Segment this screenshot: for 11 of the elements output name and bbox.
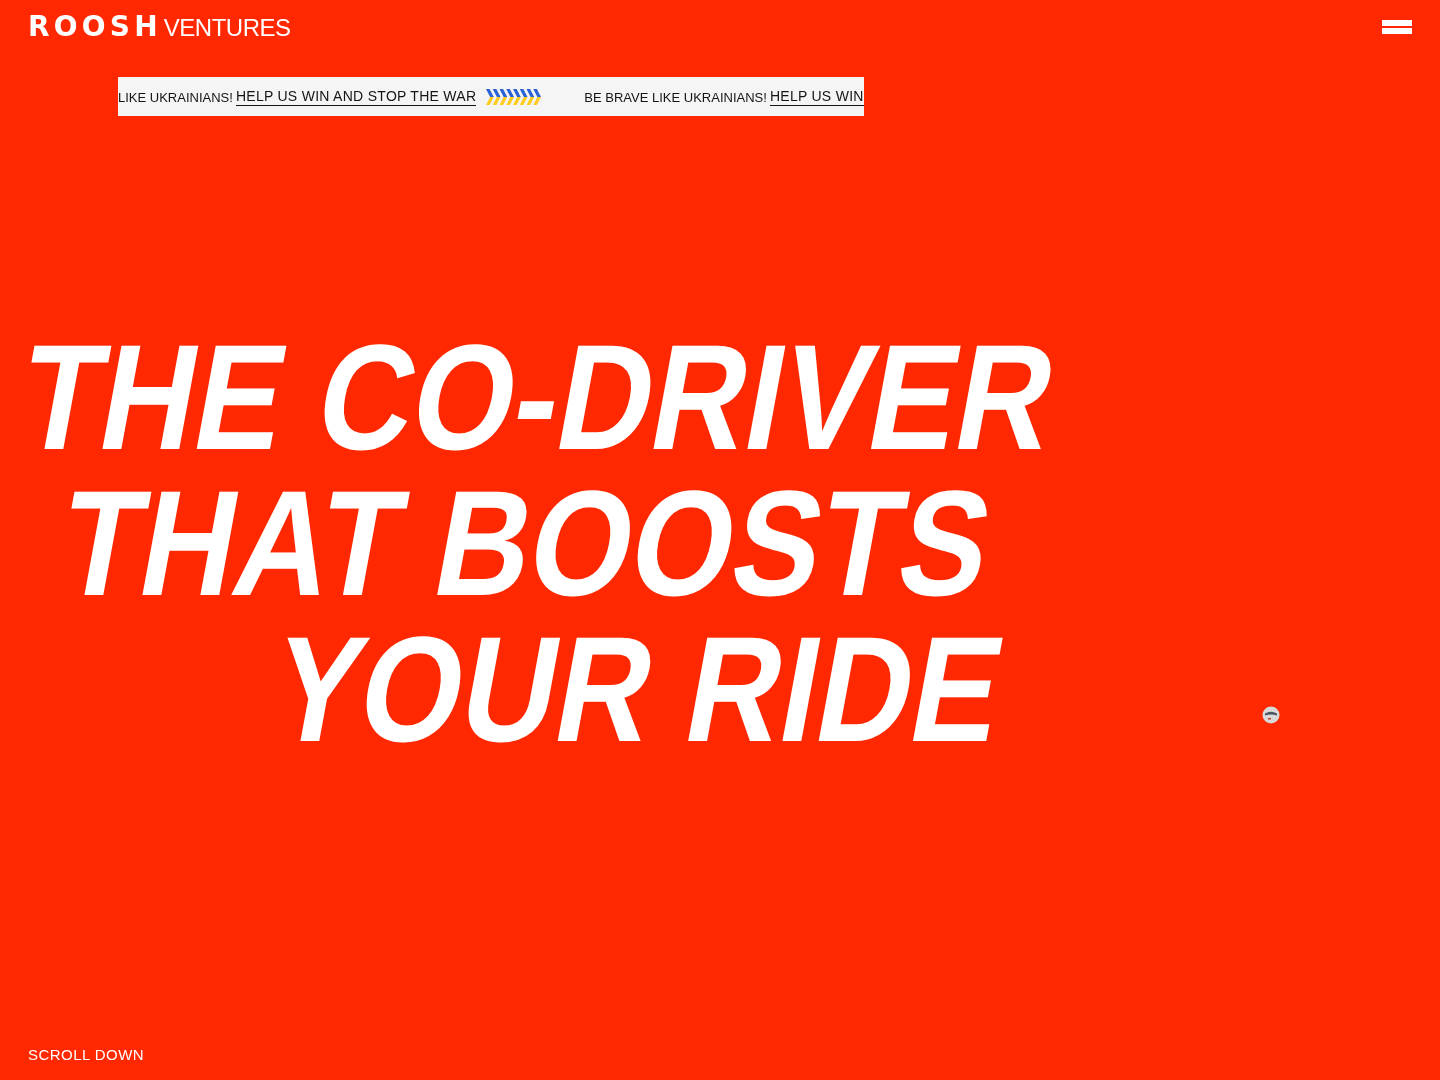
logo[interactable]: ROOSH VENTURES [28,11,291,43]
menu-button[interactable] [1382,20,1412,34]
menu-icon [1382,20,1412,34]
chevron-stripes-icon [486,88,542,105]
hero-heading: THE CO-DRIVER THAT BOOSTS YOUR RIDE [7,324,1070,762]
ticker-text: LIKE UKRAINIANS! [118,89,233,106]
help-link[interactable]: HELP US WIN AND STOP THE WAR [235,87,477,106]
help-link[interactable]: HELP US WIN [769,87,864,106]
round-sticker-icon [1262,706,1280,724]
ticker-text: BE BRAVE LIKE UKRAINIANS! [584,89,767,106]
scroll-down-text: SCROLL DOWN [28,1046,145,1064]
